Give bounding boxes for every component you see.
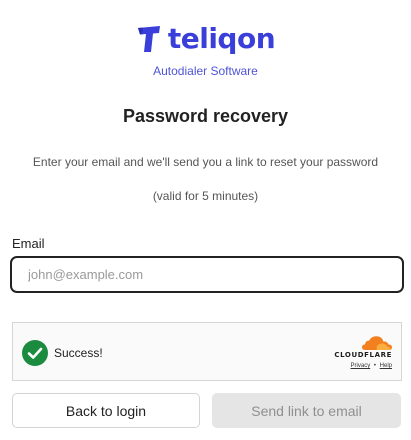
teliqon-logo-icon: [137, 26, 160, 52]
password-recovery-page: teliqon Autodialer Software Password rec…: [0, 0, 411, 440]
help-link[interactable]: Help: [380, 363, 392, 369]
back-to-login-button[interactable]: Back to login: [12, 393, 200, 428]
send-link-button[interactable]: Send link to email: [212, 393, 401, 428]
brand-tagline: Autodialer Software: [153, 64, 258, 78]
cloudflare-cloud-icon: [362, 336, 392, 350]
cloudflare-captcha-widget[interactable]: Success! CLOUDFLARE Privacy • Help: [12, 322, 402, 381]
brand-name: teliqon: [167, 22, 276, 55]
link-separator: •: [373, 363, 376, 369]
privacy-link[interactable]: Privacy: [351, 363, 371, 369]
captcha-status-text: Success!: [54, 346, 103, 360]
email-label: Email: [12, 236, 45, 251]
page-title: Password recovery: [122, 106, 289, 126]
cloudflare-links: Privacy • Help: [351, 363, 392, 369]
cloudflare-wordmark: CLOUDFLARE: [334, 351, 392, 359]
link-validity-note: (valid for 5 minutes): [152, 189, 259, 203]
page-description: Enter your email and we'll send you a li…: [32, 155, 379, 169]
checkmark-circle-icon: [22, 340, 48, 366]
email-input[interactable]: [10, 256, 404, 293]
brand-logo: teliqon: [0, 24, 411, 54]
